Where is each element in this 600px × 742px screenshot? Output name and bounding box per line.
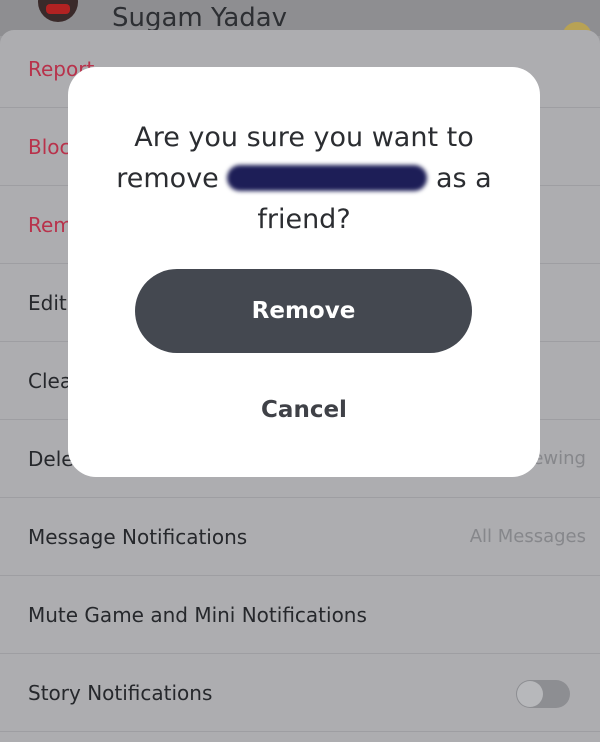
- menu-item-mute-game-notifications[interactable]: Mute Game and Mini Notifications: [0, 576, 600, 654]
- menu-item-story-notifications[interactable]: Story Notifications: [0, 654, 600, 732]
- menu-item-label: Message Notifications: [28, 525, 248, 549]
- menu-item-message-notifications[interactable]: Message Notifications All Messages: [0, 498, 600, 576]
- cancel-button[interactable]: Cancel: [204, 385, 404, 435]
- toggle-knob: [517, 681, 543, 707]
- menu-item-label: Story Notifications: [28, 681, 213, 705]
- menu-item-label: Mute Game and Mini Notifications: [28, 603, 367, 627]
- profile-settings-screen: Sugam Yadav Report Block Remove Friend E…: [0, 0, 600, 742]
- remove-button[interactable]: Remove: [135, 269, 472, 353]
- avatar[interactable]: [38, 0, 78, 22]
- redacted-username: sugamyadav16: [227, 165, 428, 191]
- dialog-message: Are you sure you want to remove sugamyad…: [98, 117, 510, 240]
- menu-item-value: All Messages: [469, 526, 586, 547]
- story-notifications-toggle[interactable]: [516, 680, 570, 708]
- remove-friend-dialog: Are you sure you want to remove sugamyad…: [68, 67, 540, 477]
